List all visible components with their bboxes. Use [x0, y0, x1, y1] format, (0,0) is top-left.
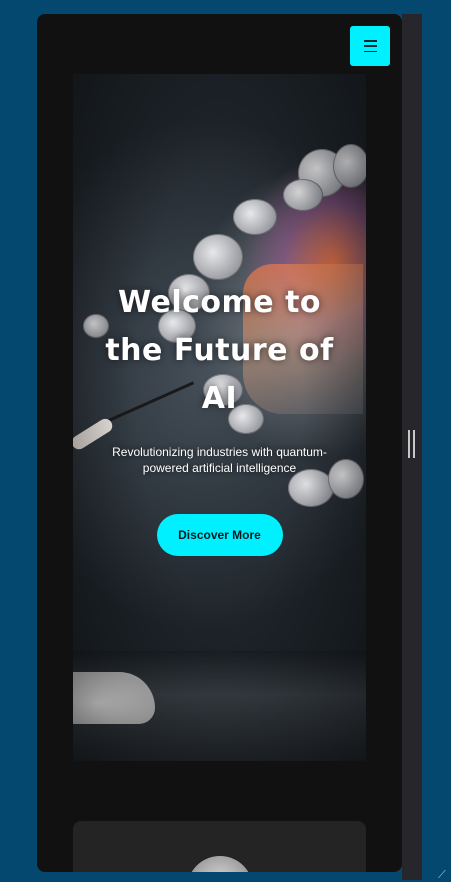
discover-more-button[interactable]: Discover More — [156, 514, 283, 556]
browser-viewport: ⟋ Welcome to the Future of AI Revolution… — [0, 0, 451, 881]
hamburger-menu-icon — [363, 40, 377, 52]
resize-handle[interactable] — [408, 430, 415, 458]
hero-title: Welcome to the Future of AI — [105, 285, 334, 416]
card-avatar — [187, 856, 253, 872]
menu-toggle-button[interactable] — [350, 26, 390, 66]
mobile-page: Welcome to the Future of AI Revolutioniz… — [37, 14, 402, 872]
hero-subtitle: Revolutionizing industries with quantum-… — [112, 445, 327, 475]
hero-section: Welcome to the Future of AI Revolutioniz… — [73, 74, 366, 761]
hero-content: Welcome to the Future of AI Revolutioniz… — [73, 279, 366, 556]
feature-card — [73, 821, 366, 872]
